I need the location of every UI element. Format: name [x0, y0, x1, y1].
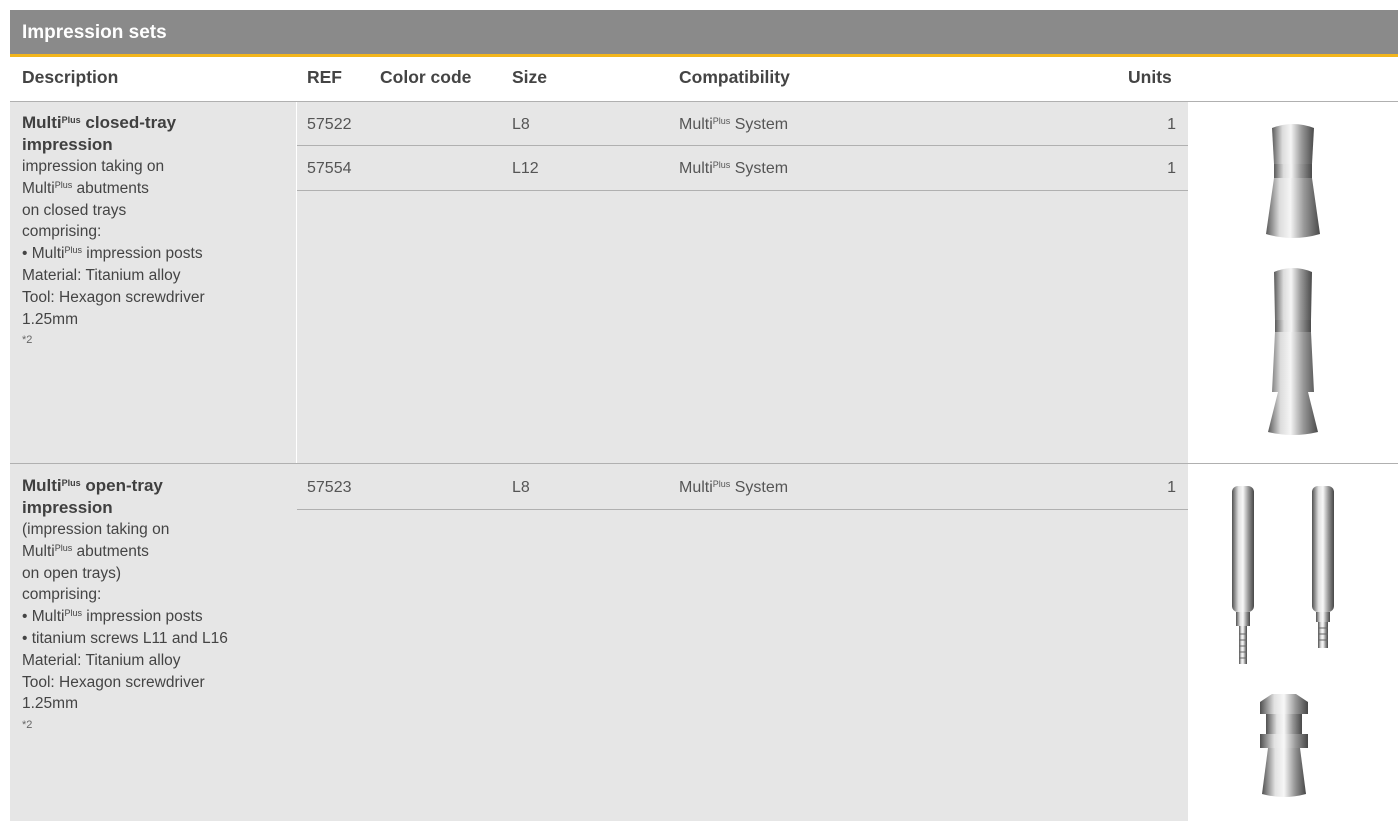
open-tray-impression-post-image [1232, 486, 1334, 797]
product-table-page: Impression sets Description REF Color co… [0, 0, 1398, 821]
desc-tool-size: 1.25mm [22, 695, 78, 713]
compatibility-value: MultiPlus System [679, 116, 788, 134]
product-image-panel [1188, 464, 1398, 821]
compat-text: Multi [679, 116, 713, 133]
units-value: 1 [1167, 160, 1176, 177]
footnote-ref: *2 [22, 334, 33, 347]
col-header-ref: REF [307, 67, 342, 87]
desc-line: comprising: [22, 586, 102, 604]
product-description: MultiPlus open-tray impression (impressi… [22, 475, 284, 737]
size-value: L8 [512, 116, 530, 133]
item-divider [297, 145, 1188, 146]
ref-value: 57523 [307, 479, 352, 496]
desc-line: • MultiPlus impression posts [22, 606, 284, 628]
desc-text: abutments [72, 179, 149, 197]
desc-text: • Multi [22, 245, 65, 263]
product-title: MultiPlus open-tray [22, 475, 284, 497]
item-divider [297, 509, 1188, 510]
col-header-units: Units [1128, 67, 1172, 87]
desc-line: MultiPlus abutments [22, 541, 284, 563]
product-image-panel [1188, 102, 1398, 463]
size-value: L12 [512, 160, 539, 177]
desc-tool-size: 1.25mm [22, 310, 78, 328]
product-title: MultiPlus closed-tray [22, 112, 284, 134]
col-header-size: Size [512, 67, 548, 87]
desc-line: on closed trays [22, 201, 127, 219]
col-header-color-code: Color code [380, 67, 472, 87]
desc-text: abutments [72, 542, 149, 560]
compat-text: Multi [679, 479, 713, 496]
desc-tool: Tool: Hexagon screwdriver [22, 288, 205, 306]
desc-line: • MultiPlus impression posts [22, 243, 284, 265]
title-superscript: Plus [61, 478, 81, 488]
col-header-compatibility: Compatibility [679, 67, 790, 87]
product-description: MultiPlus closed-tray impression impress… [22, 112, 284, 352]
ref-value: 57522 [307, 116, 352, 133]
product-title-line2: impression [22, 135, 113, 154]
compat-superscript: Plus [712, 116, 731, 126]
compat-superscript: Plus [712, 160, 731, 170]
desc-text: Multi [22, 542, 55, 560]
column-divider [296, 102, 297, 463]
title-text: Multi [22, 476, 62, 495]
desc-tool: Tool: Hexagon screwdriver [22, 673, 205, 691]
desc-line: comprising: [22, 223, 102, 241]
closed-tray-impression-post-image [1266, 124, 1320, 435]
desc-text: impression posts [81, 245, 203, 263]
desc-line: • titanium screws L11 and L16 [22, 629, 228, 647]
size-value: L8 [512, 479, 530, 496]
desc-text: impression posts [81, 608, 203, 626]
col-header-description: Description [22, 67, 119, 87]
compat-text: System [730, 479, 789, 496]
section-banner: Impression sets [10, 10, 1398, 57]
units-value: 1 [1167, 116, 1176, 133]
compat-text: System [730, 116, 789, 133]
item-divider [297, 190, 1188, 191]
ref-value: 57554 [307, 160, 352, 177]
compat-superscript: Plus [712, 479, 731, 489]
desc-line: on open trays) [22, 564, 122, 582]
desc-text: Multi [22, 179, 55, 197]
desc-material: Material: Titanium alloy [22, 651, 181, 669]
compat-text: Multi [679, 160, 713, 177]
desc-material: Material: Titanium alloy [22, 266, 181, 284]
units-value: 1 [1167, 479, 1176, 496]
desc-superscript: Plus [54, 179, 73, 190]
desc-line: (impression taking on [22, 521, 170, 538]
title-text: Multi [22, 113, 62, 132]
product-title-line2: impression [22, 498, 113, 517]
desc-line: impression taking on [22, 158, 165, 175]
section-title: Impression sets [22, 22, 167, 43]
title-text-rest: closed-tray [80, 113, 177, 132]
compatibility-value: MultiPlus System [679, 160, 788, 178]
desc-text: • Multi [22, 608, 65, 626]
title-text-rest: open-tray [80, 476, 163, 495]
footnote-ref: *2 [22, 719, 33, 732]
desc-line: MultiPlus abutments [22, 178, 284, 200]
compat-text: System [730, 160, 789, 177]
desc-superscript: Plus [64, 608, 82, 619]
desc-superscript: Plus [64, 245, 82, 256]
title-superscript: Plus [61, 115, 81, 125]
desc-superscript: Plus [54, 542, 73, 553]
compatibility-value: MultiPlus System [679, 479, 788, 497]
